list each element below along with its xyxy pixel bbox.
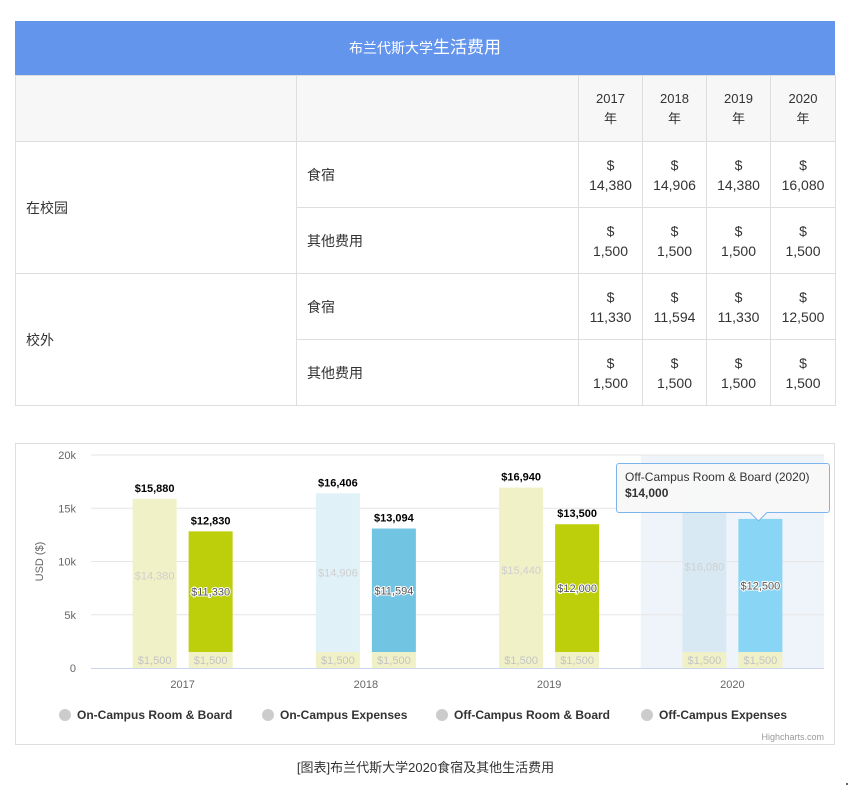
- item-cell: 食宿: [296, 141, 579, 208]
- value-cell: $14,906: [642, 141, 707, 208]
- item-cell: 其他费用: [296, 339, 579, 406]
- header-year: 2020 年: [770, 75, 836, 142]
- room-board-value-label: $15,440: [501, 565, 541, 577]
- legend-marker-icon: [436, 709, 448, 721]
- y-tick-label: 10k: [58, 557, 76, 569]
- expenses-value-label: $1,500: [688, 655, 722, 667]
- y-axis-title: USD ($): [34, 542, 46, 582]
- room-board-value-label: $11,594: [374, 585, 413, 597]
- value-cell: $14,380: [706, 141, 771, 208]
- y-tick-label: 5k: [64, 610, 76, 622]
- x-tick-label: 2019: [537, 679, 561, 691]
- room-board-value-label: $16,080: [684, 561, 724, 573]
- value-cell: $1,500: [578, 339, 643, 406]
- value-cell: $1,500: [770, 207, 836, 274]
- cost-table-container: 布兰代斯大学生活费用 2017 年 2018 年 2019 年 2020 年 在校园 食…: [15, 21, 836, 406]
- legend-item: On-Campus Expenses: [280, 708, 408, 722]
- legend-item: On-Campus Room & Board: [77, 708, 232, 722]
- stack-total-label: $12,830: [191, 515, 231, 527]
- table-row: 在校园 食宿 $14,380 $14,906 $14,380 $16,080: [15, 141, 836, 274]
- x-tick-label: 2018: [354, 679, 378, 691]
- legend-marker-icon: [59, 709, 71, 721]
- expenses-value-label: $1,500: [744, 655, 778, 667]
- value-cell: $1,500: [706, 339, 771, 406]
- location-cell: 在校园: [15, 141, 297, 274]
- stack-total-label: $16,940: [501, 472, 541, 484]
- legend-item: Off-Campus Expenses: [659, 708, 787, 722]
- item-cell: 食宿: [296, 273, 579, 340]
- table-title: 布兰代斯大学生活费用: [15, 21, 835, 75]
- header-blank-item: [296, 75, 579, 142]
- tooltip-value: $14,000: [625, 486, 669, 500]
- y-tick-label: 15k: [58, 503, 76, 515]
- corner-dot: [846, 783, 848, 785]
- expenses-value-label: $1,500: [504, 655, 538, 667]
- table-title-prefix: 布兰代斯大学: [349, 40, 433, 56]
- value-cell: $12,500: [770, 273, 836, 340]
- chart-tooltip: Off-Campus Room & Board (2020) $14,000: [616, 463, 830, 522]
- credits-link: Highcharts.com: [761, 732, 824, 742]
- room-board-value-label: $14,906: [318, 568, 358, 580]
- value-cell: $1,500: [578, 207, 643, 274]
- cost-table: 2017 年 2018 年 2019 年 2020 年 在校园 食宿 $14,380 $…: [15, 75, 836, 406]
- chart-caption: [图表]布兰代斯大学2020食宿及其他生活费用: [296, 760, 555, 775]
- room-board-value-label: $11,330: [191, 587, 230, 599]
- room-board-value-label: $12,000: [557, 583, 597, 595]
- value-cell: $1,500: [642, 207, 707, 274]
- table-row: 校外 食宿 $11,330 $11,594 $11,330 $12,500: [15, 273, 836, 406]
- table-header-row: 2017 年 2018 年 2019 年 2020 年: [15, 75, 836, 142]
- header-blank-location: [15, 75, 297, 142]
- value-cell: $1,500: [642, 339, 707, 406]
- stack-total-label: $15,880: [135, 483, 175, 495]
- legend-marker-icon: [641, 709, 653, 721]
- value-cell: $1,500: [770, 339, 836, 406]
- header-year: 2017 年: [578, 75, 643, 142]
- legend-item: Off-Campus Room & Board: [454, 708, 610, 722]
- stack-total-label: $13,500: [557, 508, 597, 520]
- stack-total-label: $16,406: [318, 477, 358, 489]
- value-cell: $1,500: [706, 207, 771, 274]
- room-board-value-label: $14,380: [135, 570, 175, 582]
- room-board-value-label: $12,500: [740, 580, 780, 592]
- y-tick-label: 0: [70, 663, 76, 675]
- value-cell: $11,330: [578, 273, 643, 340]
- x-tick-label: 2020: [720, 679, 744, 691]
- expenses-value-label: $1,500: [194, 655, 228, 667]
- tooltip-series: Off-Campus Room & Board (2020): [625, 470, 810, 484]
- value-cell: $16,080: [770, 141, 836, 208]
- expenses-value-label: $1,500: [377, 655, 411, 667]
- value-cell: $11,330: [706, 273, 771, 340]
- header-year: 2018 年: [642, 75, 707, 142]
- stack-total-label: $13,094: [374, 513, 415, 525]
- expenses-value-label: $1,500: [138, 655, 172, 667]
- x-tick-label: 2017: [170, 679, 194, 691]
- table-title-suffix: 生活费用: [433, 38, 501, 57]
- header-year: 2019 年: [706, 75, 771, 142]
- legend-marker-icon: [262, 709, 274, 721]
- location-cell: 校外: [15, 273, 297, 406]
- y-tick-label: 20k: [58, 450, 76, 462]
- value-cell: $11,594: [642, 273, 707, 340]
- value-cell: $14,380: [578, 141, 643, 208]
- expenses-value-label: $1,500: [560, 655, 594, 667]
- item-cell: 其他费用: [296, 207, 579, 274]
- expenses-value-label: $1,500: [321, 655, 355, 667]
